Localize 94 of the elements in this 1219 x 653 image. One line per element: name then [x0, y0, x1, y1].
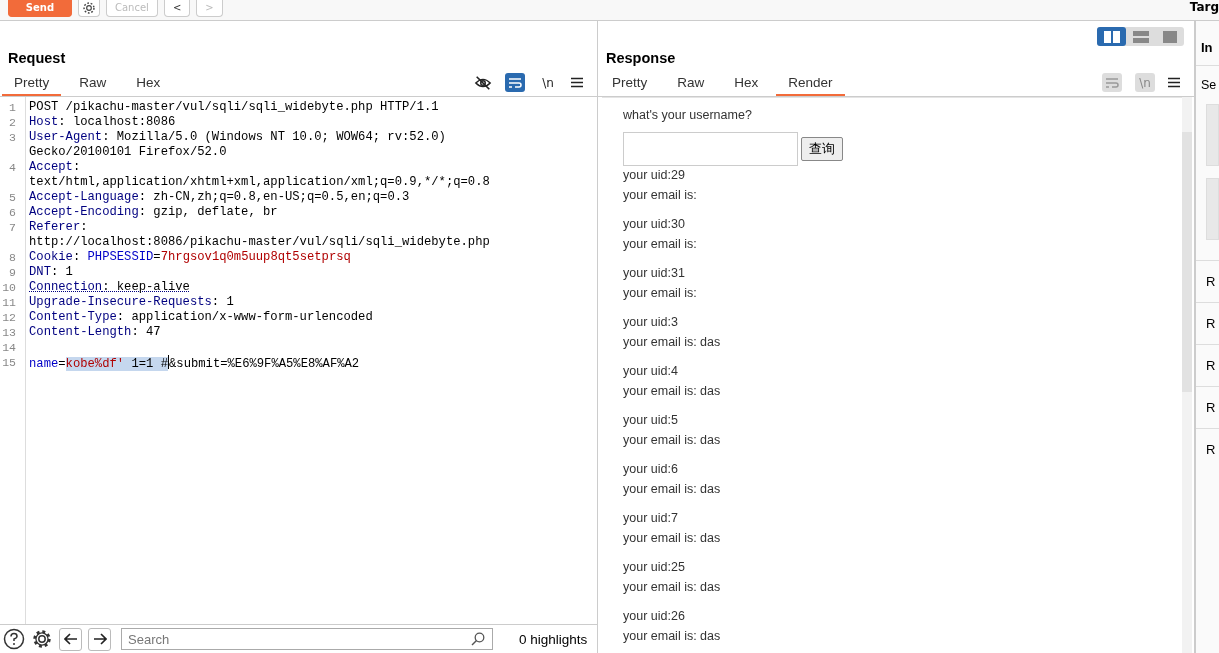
newline-toggle[interactable]: \n — [538, 73, 558, 92]
tab[interactable]: Pretty — [2, 71, 62, 96]
code-line: User-Agent: Mozilla/5.0 (Windows NT 10.0; WOW64; rv:52.0) — [29, 130, 446, 145]
code-line: DNT: 1 — [29, 265, 73, 280]
tab[interactable]: Hex — [722, 71, 771, 96]
inspector-row[interactable]: R — [1206, 316, 1216, 331]
email-text: your email is: das — [623, 578, 722, 596]
email-text: your email is: — [623, 284, 698, 302]
code-line: http://localhost:8086/pikachu-master/vul/sqli/sqli_widebyte.php — [29, 235, 490, 250]
inspector-row[interactable]: R — [1206, 274, 1216, 289]
line-number: 6 — [8, 205, 17, 220]
inspector-row[interactable]: R — [1206, 442, 1216, 457]
uid-text: your uid:25 — [623, 559, 686, 576]
pane-title: Request — [8, 50, 66, 67]
uid-text: your uid:26 — [623, 608, 686, 625]
menu-icon[interactable] — [571, 77, 583, 88]
two-rows-icon — [1132, 30, 1149, 43]
inspector-row[interactable]: R — [1206, 400, 1216, 415]
code-line: text/html,application/xhtml+xml,application/xml;q=0.9,*/*;q=0.8 — [29, 175, 490, 190]
uid-text: your uid:4 — [623, 363, 679, 380]
uid-text: your uid:6 — [623, 461, 679, 478]
menu-icon[interactable] — [1168, 77, 1180, 88]
uid-text: your uid:30 — [623, 216, 686, 233]
username-field[interactable] — [623, 132, 798, 166]
columns-layout-button[interactable] — [1097, 27, 1126, 46]
settings-button[interactable] — [78, 0, 100, 17]
single-panel-icon — [1161, 30, 1178, 43]
query-button[interactable]: 查询 — [801, 137, 843, 161]
code-line: Referer: — [29, 220, 88, 235]
code-line: Host: localhost:8086 — [29, 115, 176, 130]
next-button[interactable] — [88, 627, 111, 651]
scrollbar-thumb[interactable] — [1182, 132, 1192, 392]
tab[interactable]: Raw — [67, 71, 119, 96]
uid-text: your uid:29 — [623, 167, 686, 184]
email-text: your email is: das — [623, 529, 722, 547]
code-line: Accept-Language: zh-CN,zh;q=0.8,en-US;q=0.5,en;q=0.3 — [29, 190, 410, 205]
pane-title: Response — [606, 50, 676, 67]
code-line: Gecko/20100101 Firefox/52.0 — [29, 145, 227, 160]
help-icon[interactable] — [3, 628, 25, 650]
eye-off-icon[interactable] — [474, 73, 492, 92]
email-text: your email is: das — [623, 431, 722, 449]
back-button[interactable]: < — [163, 0, 191, 17]
line-number: 14 — [1, 340, 17, 355]
line-number: 5 — [8, 190, 17, 205]
search-field[interactable]: Search — [121, 628, 493, 650]
uid-text: your uid:5 — [623, 412, 679, 429]
code-line: Accept-Encoding: gzip, deflate, br — [29, 205, 278, 220]
highlights-count: 0 highlights — [519, 631, 588, 647]
line-number: 4 — [8, 160, 17, 175]
uid-text: your uid:3 — [623, 314, 679, 331]
line-number: 7 — [8, 220, 17, 235]
section-label: Se — [1200, 77, 1218, 94]
inspector-box — [1206, 178, 1219, 240]
email-text: your email is: das — [623, 382, 722, 400]
code-line: name=kobe%df' 1=1 #&submit=%E6%9F%A5%E8%AF%A2 — [29, 355, 360, 372]
email-text: your email is: das — [623, 333, 722, 351]
tab[interactable]: Pretty — [600, 71, 660, 96]
uid-text: your uid:7 — [623, 510, 679, 527]
inspector-title: In — [1201, 38, 1213, 55]
line-number: 2 — [8, 115, 17, 130]
line-number: 3 — [8, 130, 17, 145]
line-number: 1 — [8, 100, 17, 115]
inspector-row[interactable]: R — [1206, 358, 1216, 373]
line-number: 10 — [1, 280, 17, 295]
line-number: 13 — [1, 325, 17, 340]
code-line: Upgrade-Insecure-Requests: 1 — [29, 295, 234, 310]
arrow-right-icon — [92, 633, 107, 645]
code-line: Accept: — [29, 160, 81, 175]
code-line: Content-Length: 47 — [29, 325, 161, 340]
line-number: 9 — [8, 265, 17, 280]
previous-button[interactable] — [59, 627, 82, 651]
prompt-text: what's your username? — [623, 108, 753, 122]
email-text: your email is: das — [623, 627, 722, 645]
tab[interactable]: Hex — [124, 71, 173, 96]
arrow-left-icon — [63, 633, 78, 645]
code-line: POST /pikachu-master/vul/sqli/sqli_widebyte.php HTTP/1.1 — [29, 100, 439, 115]
uid-text: your uid:31 — [623, 265, 686, 282]
email-text: your email is: — [623, 186, 698, 204]
email-text: your email is: — [623, 235, 698, 253]
line-number: 12 — [1, 310, 17, 325]
line-number: 11 — [1, 295, 17, 310]
wrap-icon[interactable] — [505, 73, 525, 92]
email-text: your email is: das — [623, 480, 722, 498]
inspector-box — [1206, 104, 1219, 166]
code-line: Content-Type: application/x-www-form-urlencoded — [29, 310, 373, 325]
line-number: 8 — [8, 250, 17, 265]
two-columns-icon — [1103, 30, 1120, 43]
code-line: Connection: keep-alive — [29, 280, 190, 295]
target-label: Targ — [1189, 0, 1219, 14]
line-number: 15 — [1, 355, 17, 371]
tab[interactable]: Raw — [665, 71, 717, 96]
code-line: Cookie: PHPSESSID=7hrgsov1q0m5uup8qt5setprsq — [29, 250, 351, 265]
settings-icon[interactable] — [31, 628, 53, 650]
search-icon — [471, 632, 485, 646]
